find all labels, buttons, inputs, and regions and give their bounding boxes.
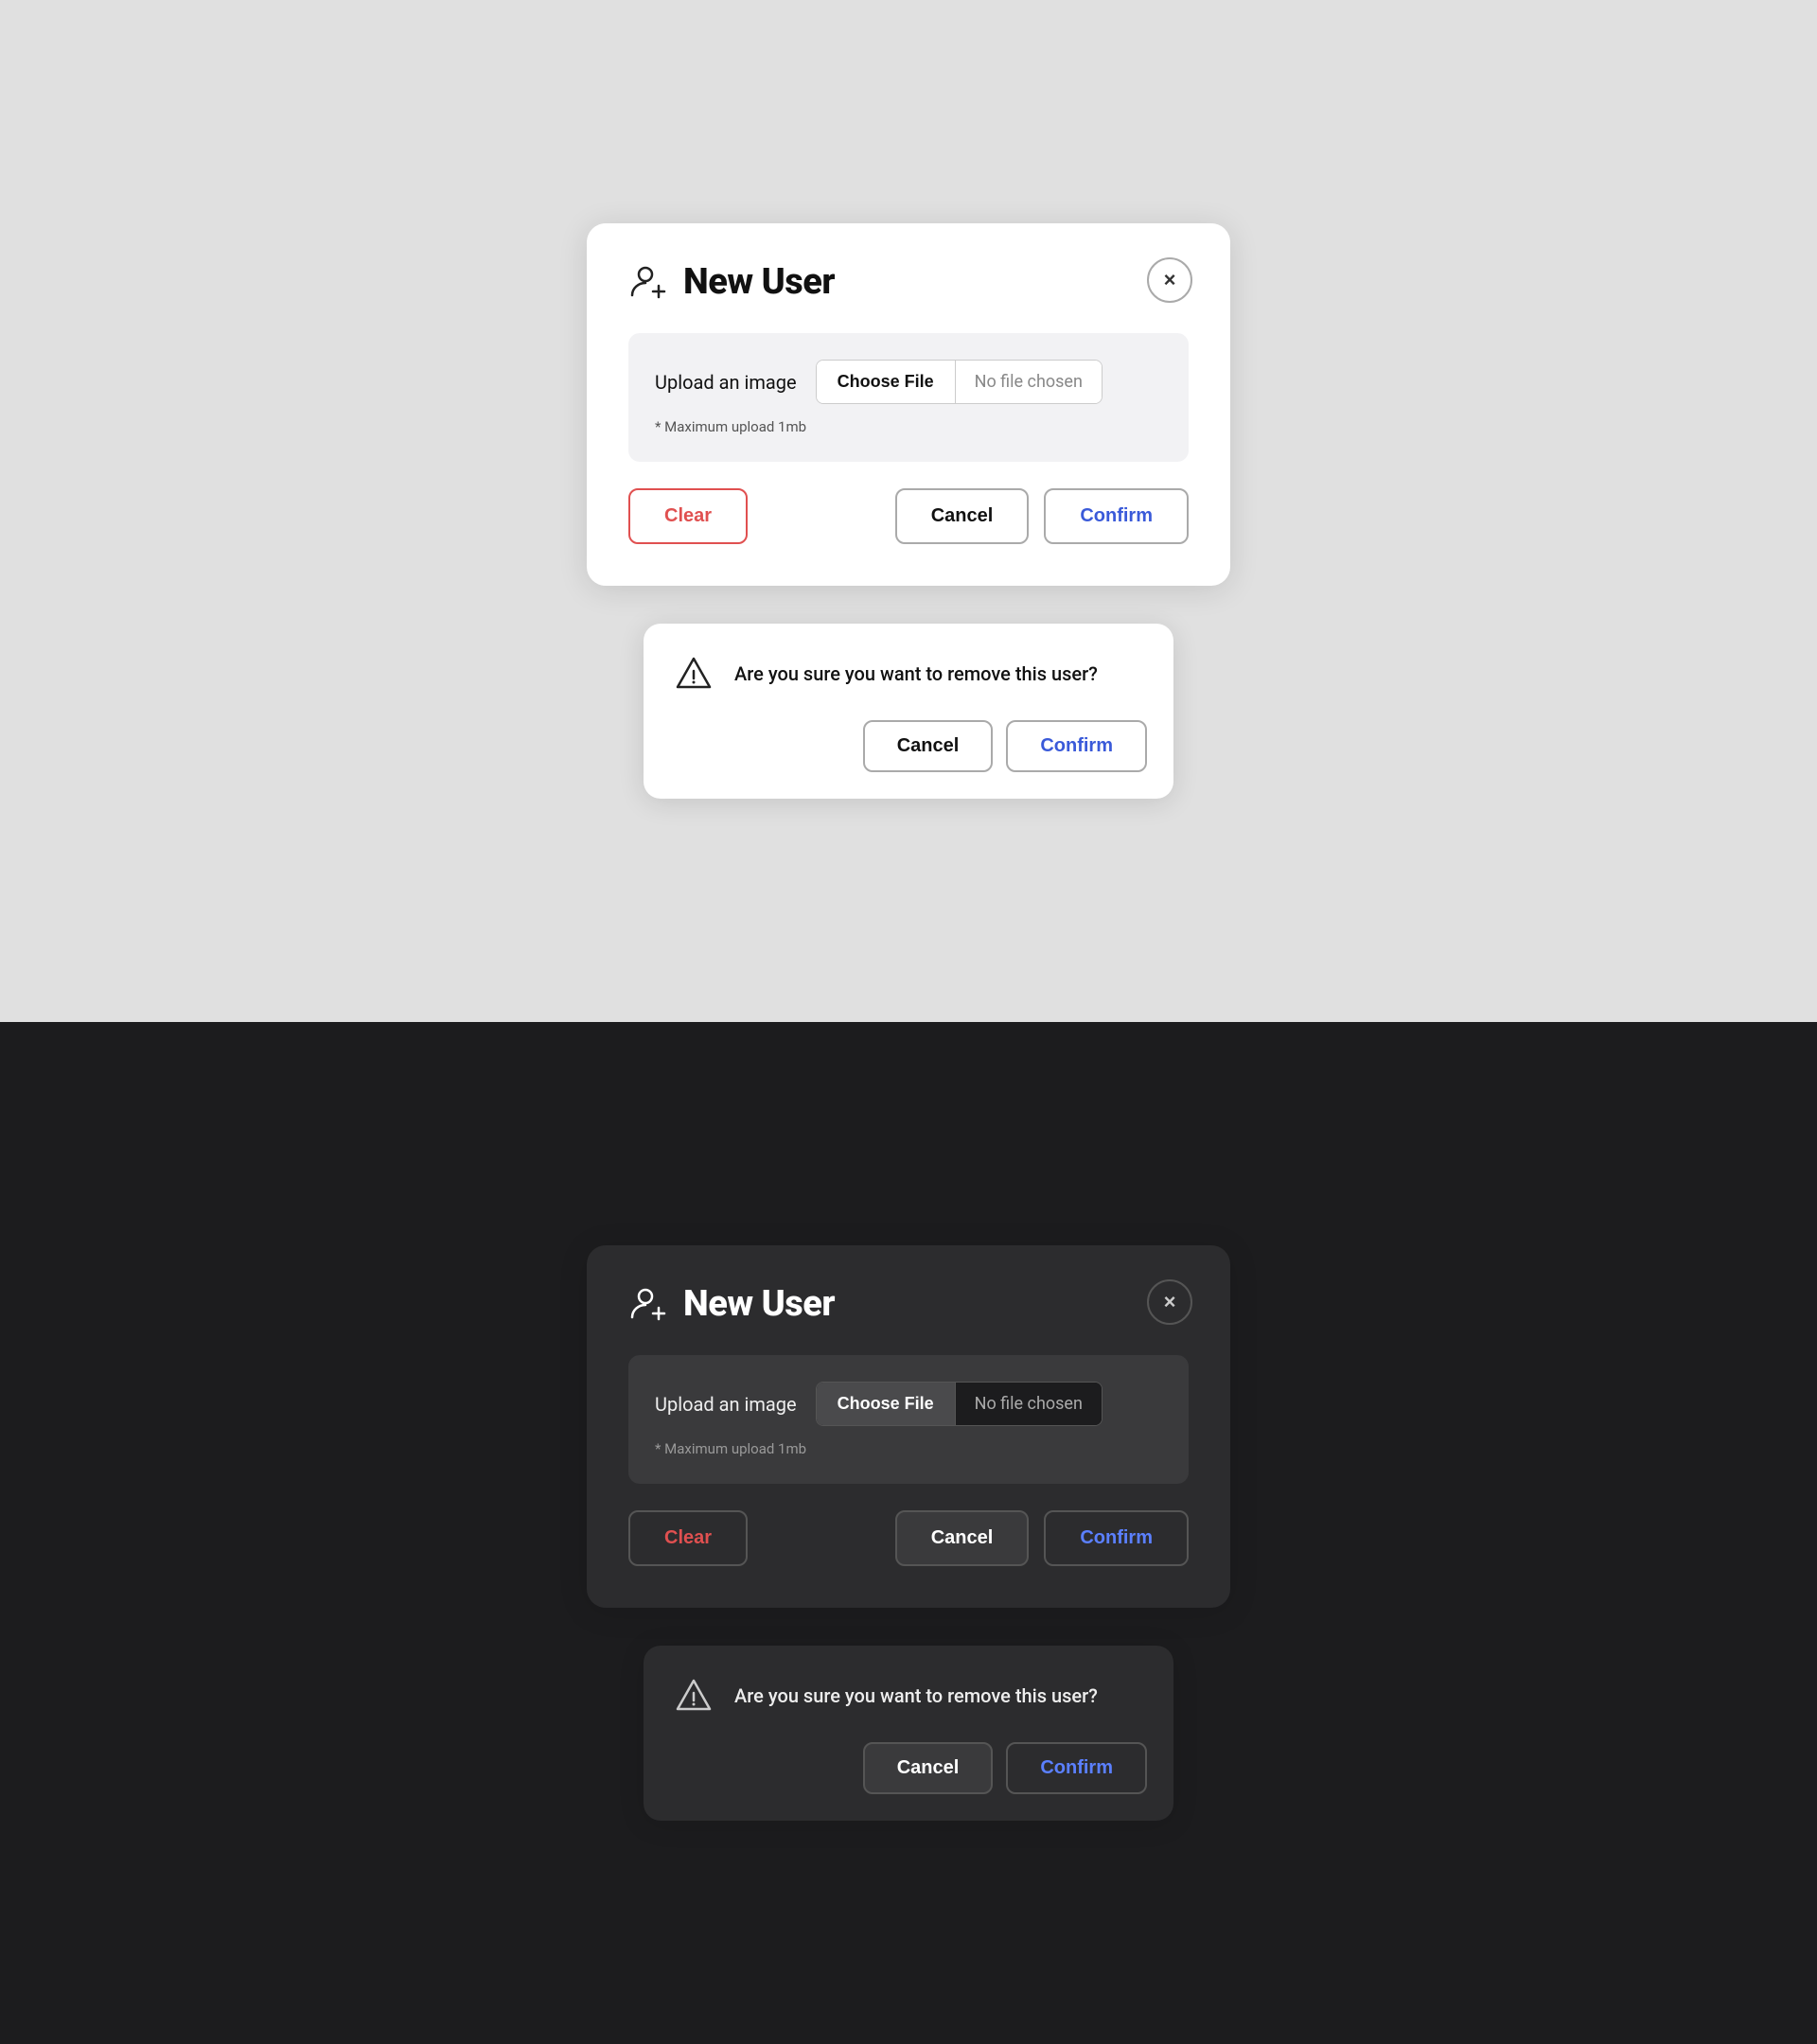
- confirm-button-modal-light[interactable]: Confirm: [1044, 488, 1189, 544]
- confirm-dialog-body-light: Are you sure you want to remove this use…: [644, 624, 1173, 720]
- modal-button-row-dark: Clear Cancel Confirm: [628, 1510, 1189, 1566]
- confirm-dialog-footer-light: Cancel Confirm: [644, 720, 1173, 799]
- cancel-button-modal-dark[interactable]: Cancel: [895, 1510, 1030, 1566]
- warning-icon-dark: [674, 1676, 714, 1716]
- no-file-text-dark: No file chosen: [956, 1383, 1102, 1425]
- warning-icon-light: [674, 654, 714, 694]
- modal-header-light: New User: [628, 261, 1189, 303]
- clear-button-dark[interactable]: Clear: [628, 1510, 748, 1566]
- new-user-modal-dark: New User × Upload an image Choose File N…: [587, 1245, 1230, 1608]
- modal-title-dark: New User: [683, 1283, 835, 1325]
- upload-row-dark: Upload an image Choose File No file chos…: [655, 1382, 1162, 1426]
- confirm-dialog-dark: Are you sure you want to remove this use…: [644, 1646, 1173, 1821]
- file-input-group-light: Choose File No file chosen: [816, 360, 1103, 404]
- upload-section-dark: Upload an image Choose File No file chos…: [628, 1355, 1189, 1484]
- new-user-modal-light: New User × Upload an image Choose File N…: [587, 223, 1230, 586]
- upload-label-dark: Upload an image: [655, 1393, 797, 1416]
- confirm-dialog-light: Are you sure you want to remove this use…: [644, 624, 1173, 799]
- clear-button-light[interactable]: Clear: [628, 488, 748, 544]
- dialog-confirm-button-dark[interactable]: Confirm: [1006, 1742, 1147, 1794]
- close-button-dark[interactable]: ×: [1147, 1279, 1192, 1325]
- file-input-group-dark: Choose File No file chosen: [816, 1382, 1103, 1426]
- upload-note-dark: * Maximum upload 1mb: [655, 1440, 806, 1457]
- cancel-button-modal-light[interactable]: Cancel: [895, 488, 1030, 544]
- upload-note-light: * Maximum upload 1mb: [655, 418, 806, 435]
- dark-section: New User × Upload an image Choose File N…: [0, 1022, 1817, 2044]
- choose-file-button-light[interactable]: Choose File: [817, 361, 956, 403]
- modal-header-dark: New User: [628, 1283, 1189, 1325]
- confirm-button-modal-dark[interactable]: Confirm: [1044, 1510, 1189, 1566]
- no-file-text-light: No file chosen: [956, 361, 1102, 403]
- upload-label-light: Upload an image: [655, 371, 797, 394]
- confirm-dialog-body-dark: Are you sure you want to remove this use…: [644, 1646, 1173, 1742]
- confirm-dialog-message-dark: Are you sure you want to remove this use…: [734, 1683, 1098, 1709]
- dialog-cancel-button-light[interactable]: Cancel: [863, 720, 994, 772]
- upload-row-light: Upload an image Choose File No file chos…: [655, 360, 1162, 404]
- dialog-confirm-button-light[interactable]: Confirm: [1006, 720, 1147, 772]
- user-add-icon-light: [628, 261, 670, 303]
- confirm-dialog-message-light: Are you sure you want to remove this use…: [734, 661, 1098, 687]
- confirm-dialog-footer-dark: Cancel Confirm: [644, 1742, 1173, 1821]
- close-button-light[interactable]: ×: [1147, 257, 1192, 303]
- user-add-icon-dark: [628, 1283, 670, 1325]
- dialog-cancel-button-dark[interactable]: Cancel: [863, 1742, 994, 1794]
- modal-button-row-light: Clear Cancel Confirm: [628, 488, 1189, 544]
- choose-file-button-dark[interactable]: Choose File: [817, 1383, 956, 1425]
- modal-title-light: New User: [683, 261, 835, 303]
- light-section: New User × Upload an image Choose File N…: [0, 0, 1817, 1022]
- upload-section-light: Upload an image Choose File No file chos…: [628, 333, 1189, 462]
